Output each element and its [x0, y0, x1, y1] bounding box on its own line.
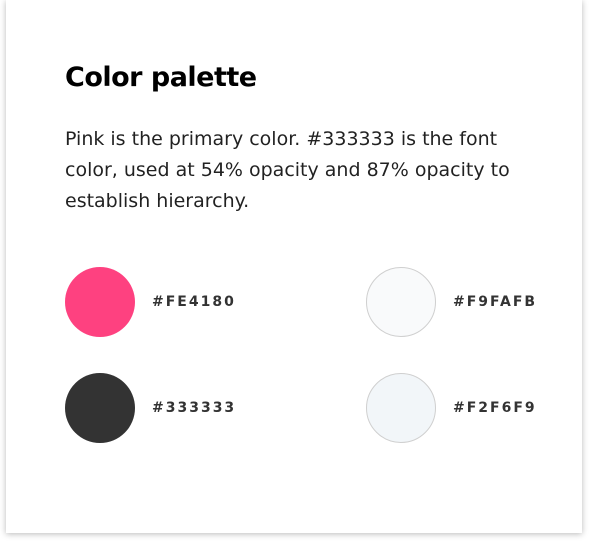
swatch-pale-blue: #F2F6F9 — [366, 373, 537, 443]
palette-description: Pink is the primary color. #333333 is th… — [65, 128, 510, 212]
swatch-hex-label: #FE4180 — [152, 294, 236, 310]
swatch-light-gray: #F9FAFB — [366, 267, 537, 337]
color-circle-light-gray — [366, 267, 436, 337]
swatch-dark-gray: #333333 — [65, 373, 236, 443]
swatch-pink: #FE4180 — [65, 267, 236, 337]
color-palette-card: Color palette Pink is the primary color.… — [6, 0, 582, 533]
swatch-hex-label: #333333 — [152, 400, 237, 416]
color-circle-pink — [65, 267, 135, 337]
swatch-hex-label: #F9FAFB — [453, 294, 538, 310]
color-circle-pale-blue — [366, 373, 436, 443]
swatch-hex-label: #F2F6F9 — [453, 400, 537, 416]
page-title: Color palette — [65, 62, 257, 93]
color-circle-dark-gray — [65, 373, 135, 443]
